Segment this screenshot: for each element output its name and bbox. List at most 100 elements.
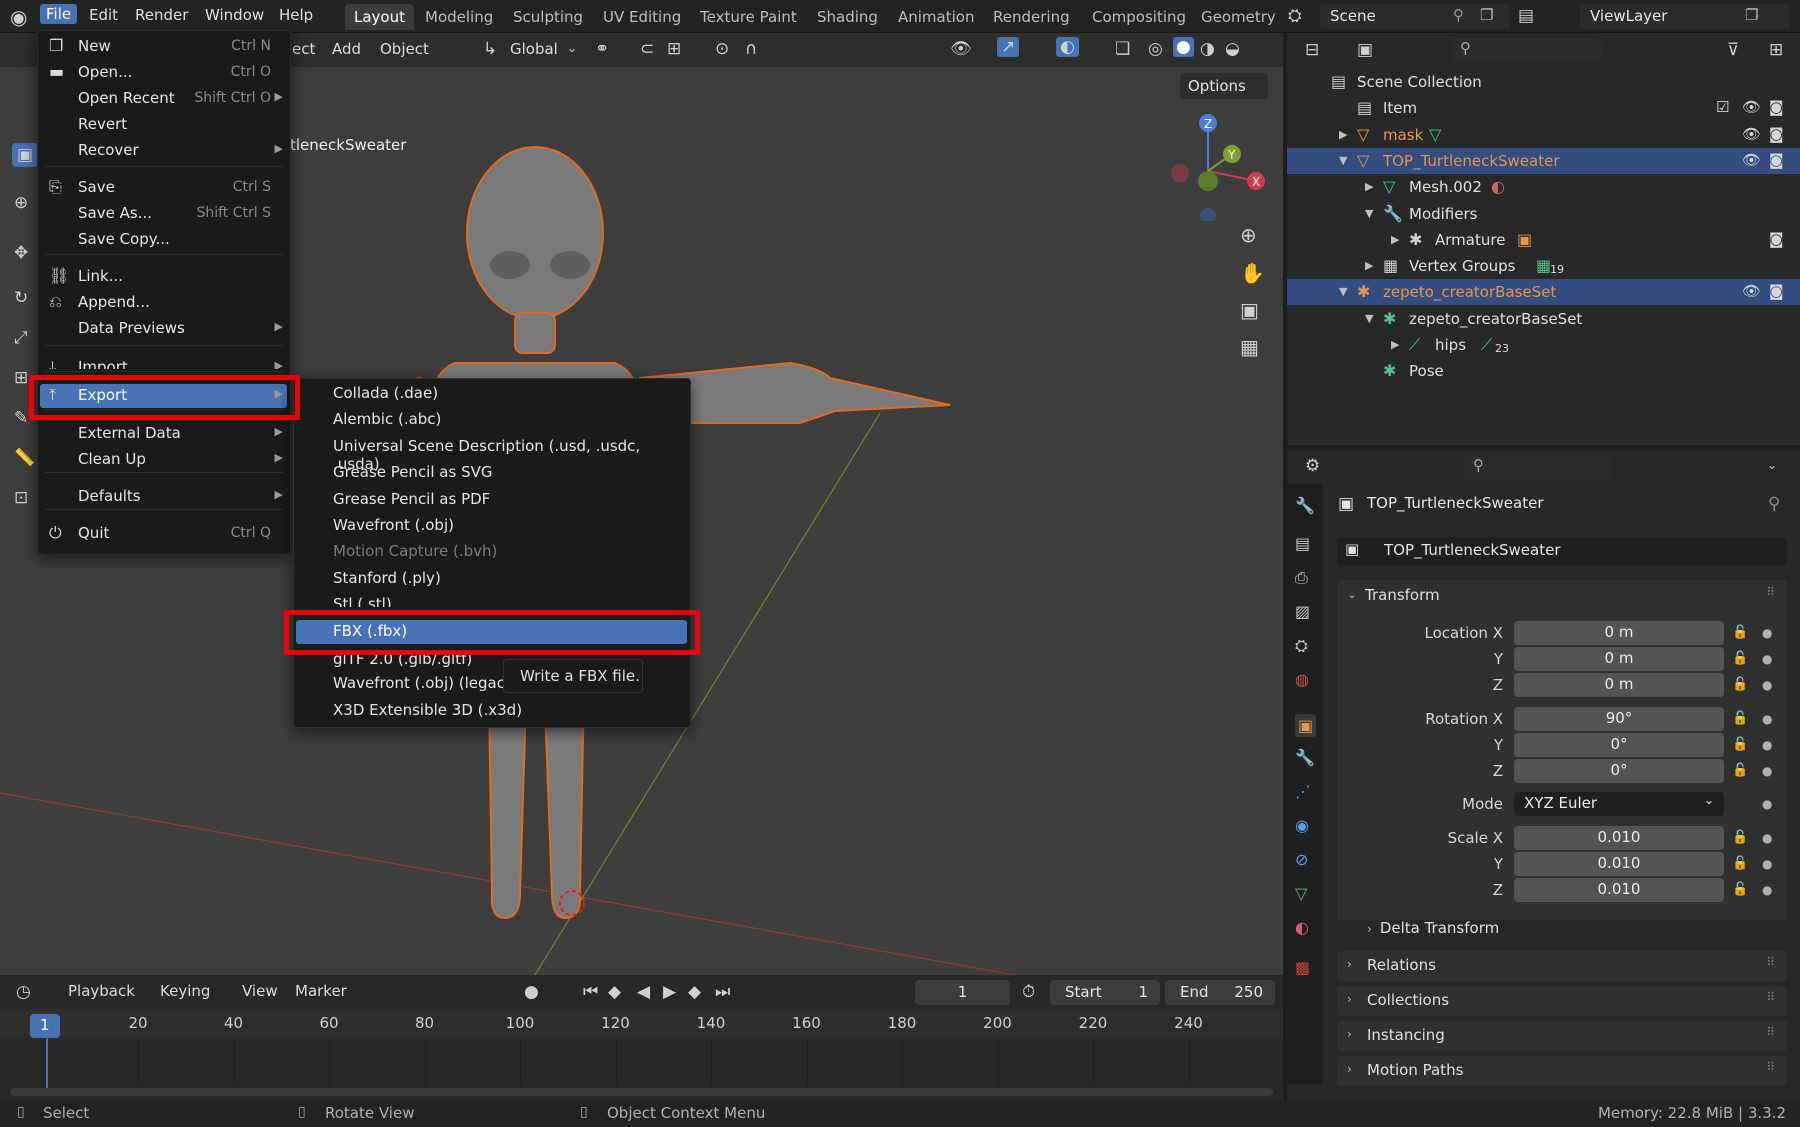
outliner-row-zepeto-creatorbaseset[interactable]: ▼ ✱ zepeto_creatorBaseSet 👁 ◙ xyxy=(1287,279,1800,306)
scene-tab-icon[interactable]: ⛭ xyxy=(1295,636,1308,656)
particles-tab-icon[interactable]: ⋰ xyxy=(1295,782,1311,801)
export-item-alembic-abc[interactable]: Alembic (.abc) xyxy=(293,408,691,432)
editor-type-icon[interactable]: ◷ xyxy=(16,982,31,1002)
record-icon[interactable]: ● xyxy=(524,982,539,1002)
menu-add[interactable]: Add xyxy=(332,40,361,58)
keyframe-dot-icon[interactable]: ● xyxy=(1762,797,1772,811)
orientation-icon[interactable]: ↳ xyxy=(483,39,497,59)
overlay-icon[interactable]: ◐ xyxy=(1056,37,1079,57)
section-motion-paths[interactable]: › Motion Paths ⠿ xyxy=(1337,1056,1787,1086)
tab-sculpting[interactable]: Sculpting xyxy=(513,8,583,26)
file-menu-item-append[interactable]: ⎌ Append... xyxy=(37,290,291,315)
transform-value-field[interactable]: 0 m xyxy=(1514,673,1724,697)
tab-compositing[interactable]: Compositing xyxy=(1092,8,1186,26)
transform-value-field[interactable]: 0° xyxy=(1514,733,1724,757)
file-menu-item-open[interactable]: ▬ Open... Ctrl O xyxy=(37,60,291,85)
outliner-row-top-turtlenecksweater[interactable]: ▼ ▽ TOP_TurtleneckSweater 👁 ◙ xyxy=(1287,147,1800,174)
menu-view[interactable]: View xyxy=(242,982,278,1000)
keyframe-dot-icon[interactable]: ● xyxy=(1762,712,1772,726)
transform-value-field[interactable]: 0 m xyxy=(1514,621,1724,645)
export-item-motion-capture-bvh[interactable]: Motion Capture (.bvh) xyxy=(293,540,691,564)
transform-value-field[interactable]: 0.010 xyxy=(1514,852,1724,876)
end-frame-field[interactable]: End 250 xyxy=(1165,980,1275,1005)
tab-animation[interactable]: Animation xyxy=(898,8,974,26)
file-menu-item-save-as[interactable]: Save As... Shift Ctrl S xyxy=(37,201,291,226)
transform-value-field[interactable]: 0 m xyxy=(1514,647,1724,671)
tab-modeling[interactable]: Modeling xyxy=(425,8,493,26)
chevron-down-icon[interactable]: ⌄ xyxy=(567,41,577,55)
menu-playback[interactable]: Playback xyxy=(68,982,135,1000)
prev-keyframe-icon[interactable]: ◆ xyxy=(608,982,621,1002)
export-item-grease-pencil-as-pdf[interactable]: Grease Pencil as PDF xyxy=(293,488,691,512)
menu-render[interactable]: Render xyxy=(135,6,188,24)
eye-icon[interactable]: 👁 xyxy=(1742,282,1761,300)
menu-edit[interactable]: Edit xyxy=(89,6,118,24)
data-badge-icon[interactable]: ▣ xyxy=(1517,230,1532,249)
rotation-mode-dropdown[interactable]: XYZ Euler ⌄ xyxy=(1514,792,1724,816)
render-tab-icon[interactable]: ▤ xyxy=(1295,534,1310,553)
expand-arrow-icon[interactable]: ▶ xyxy=(1365,259,1373,272)
cursor-tool-icon[interactable]: ⊕ xyxy=(14,193,28,213)
outliner-row-item[interactable]: ▤ Item ☑ 👁 ◙ xyxy=(1287,95,1800,121)
expand-arrow-icon[interactable]: ▶ xyxy=(1391,233,1399,246)
camera-icon[interactable]: ▣ xyxy=(1240,298,1259,322)
keyframe-dot-icon[interactable]: ● xyxy=(1762,764,1772,778)
tab-shading[interactable]: Shading xyxy=(817,8,878,26)
file-menu-item-revert[interactable]: Revert xyxy=(37,112,291,137)
timeline-scrollbar[interactable] xyxy=(10,1088,1273,1096)
tab-geometry[interactable]: Geometry xyxy=(1201,8,1276,26)
camera-render-icon[interactable]: ◙ xyxy=(1769,230,1784,248)
file-menu-item-external-data[interactable]: External Data ▶ xyxy=(37,421,291,446)
snap-increment-icon[interactable]: ⊞ xyxy=(667,39,681,59)
snap-icon[interactable]: ⊂ xyxy=(640,39,654,59)
viewlayer-selector[interactable]: ViewLayer ❐ xyxy=(1580,4,1790,29)
export-item-collada-dae[interactable]: Collada (.dae) xyxy=(293,382,691,406)
outliner-row-mesh-002[interactable]: ▶ ▽ Mesh.002 ◐ xyxy=(1287,174,1800,200)
keyframe-dot-icon[interactable]: ● xyxy=(1762,883,1772,897)
drag-handle-icon[interactable]: ⠿ xyxy=(1766,585,1775,599)
outliner-row-hips[interactable]: ▶ ⟋ hips ⟋ 23 xyxy=(1287,332,1800,358)
material-shading-icon[interactable]: ◑ xyxy=(1200,39,1215,59)
menu-file[interactable]: File xyxy=(40,4,78,24)
drag-handle-icon[interactable]: ⠿ xyxy=(1766,990,1775,1004)
pin-icon[interactable]: ⚲ xyxy=(1768,494,1780,514)
lock-icon[interactable]: 🔓 xyxy=(1732,856,1748,871)
playhead-line[interactable] xyxy=(46,1038,48,1088)
visibility-icon[interactable]: 👁 xyxy=(950,39,972,59)
section-relations[interactable]: › Relations ⠿ xyxy=(1337,951,1787,981)
lock-icon[interactable]: 🔓 xyxy=(1732,763,1748,778)
stopwatch-icon[interactable]: ⏱ xyxy=(1022,982,1035,1002)
keyframe-dot-icon[interactable]: ● xyxy=(1762,831,1772,845)
material-tab-icon[interactable]: ◐ xyxy=(1295,918,1309,937)
file-menu-item-save[interactable]: ⎘ Save Ctrl S xyxy=(37,175,291,200)
measure-tool-icon[interactable]: 📏 xyxy=(14,448,35,468)
navigation-gizmo[interactable]: Z X Y xyxy=(1160,111,1280,221)
editor-type-icon[interactable]: ⚙ xyxy=(1305,456,1320,476)
annotate-tool-icon[interactable]: ✎ xyxy=(14,408,28,428)
proportional-edit-icon[interactable]: ⊙ xyxy=(715,39,729,59)
copy-icon[interactable]: ❐ xyxy=(1480,6,1493,24)
object-datablock-field[interactable]: ▣ TOP_TurtleneckSweater xyxy=(1337,537,1787,565)
play-icon[interactable]: ▶ xyxy=(663,982,676,1002)
expand-arrow-icon[interactable]: ▶ xyxy=(1365,180,1373,193)
file-menu-item-data-previews[interactable]: Data Previews ▶ xyxy=(37,316,291,341)
tab-uv-editing[interactable]: UV Editing xyxy=(603,8,681,26)
eye-icon[interactable]: 👁 xyxy=(1742,98,1761,116)
menu-select[interactable]: ect xyxy=(292,40,315,58)
menu-keying[interactable]: Keying xyxy=(160,982,210,1000)
scene-selector[interactable]: Scene ⚲ ❐ xyxy=(1320,4,1510,29)
view-filter-icon[interactable]: ▣ xyxy=(1357,40,1373,60)
file-menu-item-clean-up[interactable]: Clean Up ▶ xyxy=(37,447,291,472)
camera-render-icon[interactable]: ◙ xyxy=(1769,282,1784,300)
falloff-icon[interactable]: ∩ xyxy=(745,39,757,59)
zoom-icon[interactable]: ⊕ xyxy=(1240,223,1257,247)
constraints-tab-icon[interactable]: ⊘ xyxy=(1295,850,1308,869)
play-reverse-icon[interactable]: ◀ xyxy=(637,982,650,1002)
file-menu-item-import[interactable]: ⤓ Import ▶ xyxy=(37,355,291,369)
export-item-stl-stl[interactable]: Stl (.stl) xyxy=(293,593,691,607)
tab-texture-paint[interactable]: Texture Paint xyxy=(700,8,797,26)
data-tab-icon[interactable]: ▽ xyxy=(1295,884,1307,903)
outliner-row-mask[interactable]: ▶ ▽ mask ▽ 👁 ◙ xyxy=(1287,122,1800,148)
collapse-arrow-icon[interactable]: ▼ xyxy=(1365,207,1373,220)
blender-logo-icon[interactable]: ◉ xyxy=(10,5,27,29)
